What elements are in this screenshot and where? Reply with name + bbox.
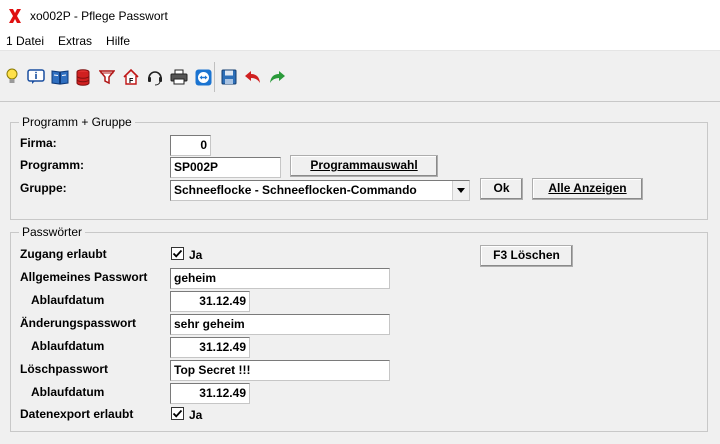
book-icon[interactable] (50, 67, 70, 87)
info-icon[interactable] (26, 67, 46, 87)
save-icon[interactable] (219, 67, 239, 87)
headset-icon[interactable] (145, 67, 165, 87)
firma-label: Firma: (20, 136, 57, 150)
teamviewer-icon[interactable] (193, 67, 213, 87)
toolbar-separator (214, 62, 215, 92)
menu-datei[interactable]: 1 Datei (0, 34, 51, 48)
menu-bar: 1 Datei Extras Hilfe (0, 31, 720, 51)
loesch-passwort-field[interactable]: Top Secret !!! (170, 360, 390, 381)
passwoerter-title: Passwörter (19, 225, 86, 239)
ablauf3-label: Ablaufdatum (31, 385, 105, 399)
ablauf2-label: Ablaufdatum (31, 339, 105, 353)
allgemein-label: Allgemeines Passwort (20, 270, 148, 284)
filter-icon[interactable] (97, 67, 117, 87)
programm-label: Programm: (20, 158, 85, 172)
chevron-down-icon[interactable] (452, 181, 469, 200)
firma-field[interactable]: 0 (170, 135, 211, 156)
alle-anzeigen-button[interactable]: Alle Anzeigen (532, 178, 643, 200)
home-icon[interactable]: F (121, 67, 141, 87)
gruppe-select-value: Schneeflocke - Schneeflocken-Commando (174, 183, 417, 197)
aenderung-passwort-field[interactable]: sehr geheim (170, 314, 390, 335)
menu-extras[interactable]: Extras (51, 34, 99, 48)
database-icon[interactable] (73, 67, 93, 87)
loesch-label: Löschpasswort (20, 362, 109, 376)
ok-button[interactable]: Ok (480, 178, 523, 200)
allgemein-passwort-field[interactable]: geheim (170, 268, 390, 289)
ablauf1-field[interactable]: 31.12.49 (170, 291, 250, 312)
ablauf1-label: Ablaufdatum (31, 293, 105, 307)
f3-loeschen-button[interactable]: F3 Löschen (480, 245, 573, 267)
toolbar: F (0, 52, 720, 102)
ablauf3-field[interactable]: 31.12.49 (170, 383, 250, 404)
checkmark-icon (172, 409, 183, 418)
programm-field[interactable]: SP002P (170, 157, 281, 178)
zugang-label: Zugang erlaubt (20, 247, 107, 261)
printer-icon[interactable] (169, 67, 189, 87)
undo-icon[interactable] (243, 67, 263, 87)
lightbulb-icon[interactable] (2, 67, 22, 87)
app-logo-icon (9, 8, 21, 23)
gruppe-select[interactable]: Schneeflocke - Schneeflocken-Commando (170, 180, 470, 201)
svg-text:F: F (129, 78, 134, 85)
window-title: xo002P - Pflege Passwort (30, 8, 168, 23)
title-bar: xo002P - Pflege Passwort (0, 0, 720, 31)
menu-hilfe[interactable]: Hilfe (99, 34, 137, 48)
export-checkbox[interactable] (171, 407, 184, 420)
programmauswahl-button-label: Programmauswahl (310, 158, 418, 172)
programm-gruppe-title: Programm + Gruppe (19, 115, 135, 129)
alle-anzeigen-button-label: Alle Anzeigen (548, 181, 627, 195)
checkmark-icon (172, 249, 183, 258)
ablauf2-field[interactable]: 31.12.49 (170, 337, 250, 358)
export-checkbox-label: Ja (189, 408, 203, 422)
zugang-checkbox-label: Ja (189, 248, 203, 262)
export-label: Datenexport erlaubt (20, 407, 134, 421)
aenderung-label: Änderungspasswort (20, 316, 137, 330)
programmauswahl-button[interactable]: Programmauswahl (290, 155, 438, 177)
redo-icon[interactable] (267, 67, 287, 87)
zugang-checkbox[interactable] (171, 247, 184, 260)
gruppe-label: Gruppe: (20, 181, 67, 195)
